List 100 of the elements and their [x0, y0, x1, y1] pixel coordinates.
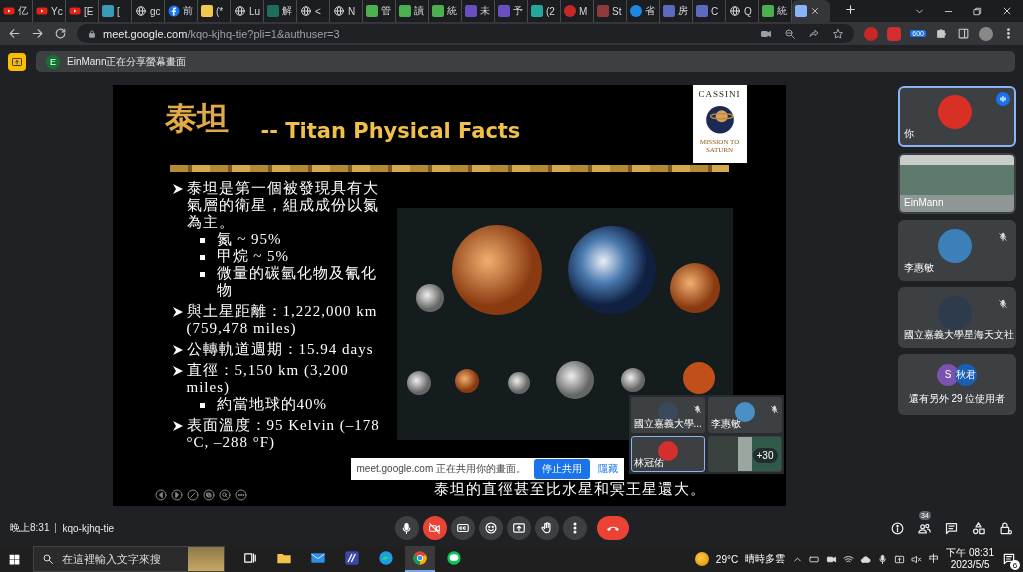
bullet-text: 微量的碳氫化物及氰化物 [216, 265, 378, 299]
globe-icon [234, 5, 246, 17]
zoom-icon[interactable] [218, 489, 231, 501]
previous-slide-icon[interactable] [154, 489, 167, 501]
input-method[interactable]: 中 [929, 552, 940, 566]
weather-icon[interactable] [694, 552, 709, 566]
bookmark-star-icon[interactable] [832, 27, 845, 40]
bullet-text: 與土星距離：1,222,000 km (759,478 miles) [186, 303, 379, 337]
participant-name: 李惠敏 [904, 261, 934, 275]
emoji-icon [483, 521, 498, 535]
video-site-icon [69, 5, 81, 17]
f-logo-icon [168, 5, 180, 17]
chat-bubble-icon [446, 550, 462, 566]
muted-mic-icon [769, 405, 779, 414]
muted-mic-icon [692, 405, 702, 414]
participant-tile[interactable]: 林冠佑 [630, 436, 705, 472]
microphone-icon [400, 521, 413, 535]
participant-tile[interactable]: +30 [707, 436, 782, 472]
notice-text: meet.google.com 正在共用你的畫面。 [356, 462, 526, 476]
participant-tile[interactable]: 李惠敏 [707, 397, 782, 433]
wifi-icon[interactable] [843, 553, 855, 565]
leave-call-button[interactable] [596, 516, 629, 540]
chat-icon[interactable] [944, 520, 959, 536]
restore-icon[interactable] [972, 5, 983, 17]
chrome-style-icon [412, 550, 428, 566]
close-icon[interactable] [1001, 5, 1013, 17]
taskbar-clock[interactable]: 下午 08:31 2023/5/5 [946, 547, 994, 571]
side-panel-icon[interactable] [957, 27, 970, 40]
back-icon[interactable] [8, 27, 21, 40]
notification-icon[interactable] [1002, 552, 1016, 566]
microphone-button[interactable] [394, 516, 419, 540]
participant-tile[interactable]: 國立嘉義大學星海天文社 [898, 287, 1016, 348]
bullet-square-icon [199, 255, 205, 260]
pen-icon[interactable] [186, 489, 199, 501]
search-field[interactable]: 在這裡輸入文字來搜 [33, 546, 225, 572]
address-bar[interactable]: meet.google.com/kqo-kjhq-tie?pli=1&authuser=3 [77, 24, 855, 43]
shapes-icon[interactable] [971, 520, 986, 536]
speaker-muted-icon[interactable] [911, 553, 923, 565]
bullet-square-icon [199, 272, 205, 277]
info-icon[interactable] [890, 520, 905, 536]
participant-name: 李惠敏 [710, 417, 741, 431]
hide-link[interactable]: 隱藏 [598, 462, 618, 476]
notification-count: 6 [1010, 560, 1020, 570]
camera-off-icon [428, 521, 441, 535]
meeting-time: 晚上8:31 [10, 521, 50, 535]
presentation-button[interactable] [8, 52, 26, 71]
forward-icon[interactable] [31, 27, 44, 40]
bullet-arrow-icon [171, 183, 184, 195]
globe-icon [333, 5, 345, 17]
participant-name: 國立嘉義大學星海天文社 [904, 328, 1014, 342]
meeting-code: kqo-kjhq-tie [62, 522, 115, 534]
stop-sharing-button[interactable]: 停止共用 [534, 459, 590, 479]
sharing-text: EinMann正在分享螢幕畫面 [67, 54, 187, 69]
windows-start-icon[interactable] [8, 552, 21, 566]
close-icon[interactable] [810, 6, 820, 16]
participant-name: 國立嘉義大學... [633, 417, 702, 431]
muted-mic-icon [998, 299, 1008, 309]
bullet-text: 氮 ~ 95% [216, 231, 283, 248]
bullet-text: 直徑：5,150 km (3,200 miles) [186, 362, 350, 396]
slide-subtitle: -- Titan Physical Facts [260, 119, 521, 145]
next-slide-icon[interactable] [170, 489, 183, 501]
captions-icon [455, 521, 470, 535]
forward-extension-icon[interactable] [887, 26, 902, 41]
share-icon[interactable] [808, 27, 821, 40]
participant-tile[interactable]: 你 [898, 86, 1016, 147]
zoom-icon[interactable] [784, 27, 797, 40]
browser-tab[interactable] [792, 0, 830, 22]
cloud-icon[interactable] [860, 553, 872, 565]
weather-text: 晴時多雲 [745, 552, 786, 566]
copy-icon[interactable] [202, 489, 215, 501]
taskbar-app[interactable] [405, 546, 435, 572]
bullet-arrow-icon [171, 344, 184, 356]
lock-person-icon[interactable] [998, 520, 1013, 536]
display-icon[interactable] [894, 553, 906, 565]
puzzle-icon[interactable] [935, 27, 948, 40]
globe-icon [300, 5, 312, 17]
participant-tile[interactable]: 李惠敏 [898, 220, 1016, 281]
more-options-button[interactable] [562, 516, 587, 540]
emoji-button[interactable] [478, 516, 503, 540]
reload-icon[interactable] [54, 27, 67, 40]
search-highlight-picture [188, 547, 224, 571]
present-button[interactable] [506, 516, 531, 540]
participant-name: 你 [904, 127, 914, 141]
captions-button[interactable] [450, 516, 475, 540]
other-participants-text: 還有另外 29 位使用者 [908, 391, 1006, 406]
profile-avatar[interactable] [979, 26, 993, 41]
bullet-text: 表面溫度：95 Kelvin (–178 °C, –288 °F) [186, 417, 381, 451]
browser-wave-icon [378, 550, 394, 566]
present-icon [511, 521, 526, 535]
raise-hand-button[interactable] [534, 516, 559, 540]
more-icon[interactable] [234, 489, 247, 501]
hand-icon [539, 521, 554, 535]
participant-tile[interactable]: 國立嘉義大學... [630, 397, 705, 433]
microphone-icon[interactable] [877, 553, 889, 565]
new-tab-icon[interactable] [844, 3, 857, 16]
camera-button[interactable] [422, 516, 447, 540]
bullet-square-icon [199, 238, 205, 243]
mail-icon [310, 550, 326, 566]
bullet-arrow-icon [171, 306, 184, 318]
participant-name: 林冠佑 [633, 456, 664, 470]
